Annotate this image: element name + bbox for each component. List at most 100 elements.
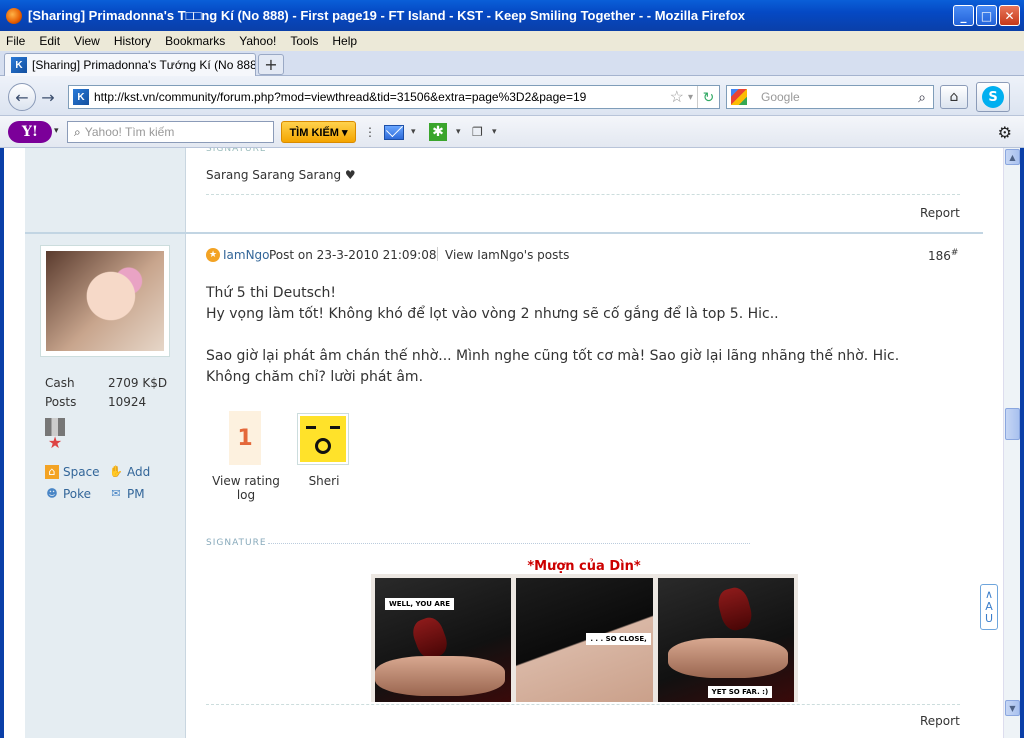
maximize-button[interactable]: □ (976, 5, 997, 26)
divider (206, 194, 960, 195)
view-author-posts-link[interactable]: View IamNgo's posts (445, 248, 569, 262)
yahoo-pages-button[interactable]: ❐ (472, 123, 483, 141)
comic-bubble-1: WELL, YOU ARE (385, 598, 455, 610)
rater-avatar[interactable] (297, 413, 349, 465)
url-bar[interactable]: K http://kst.vn/community/forum.php?mod=… (68, 85, 720, 109)
yahoo-logo[interactable]: Y! (8, 121, 52, 143)
search-icon: ⌕ (74, 124, 81, 139)
comic-panel-3: YET SO FAR. :) (657, 578, 794, 702)
signature-comic-image: WELL, YOU ARE . . . SO CLOSE, YET SO FAR… (371, 574, 798, 702)
navigation-bar: ← → K http://kst.vn/community/forum.php?… (0, 76, 1024, 116)
google-engine-icon[interactable] (731, 89, 747, 105)
home-button[interactable]: ⌂ (940, 85, 968, 109)
avatar[interactable] (40, 245, 170, 357)
floating-letter-u: U (984, 612, 994, 625)
post-author-link[interactable]: IamNgo (223, 248, 270, 262)
skype-button[interactable]: S (976, 82, 1010, 112)
post-line-3: Sao giờ lại phát âm chán thế nhờ... Mình… (206, 348, 900, 385)
back-button[interactable]: ← (8, 83, 36, 111)
stat-value-posts: 10924 (108, 395, 147, 409)
comic-bubble-3: YET SO FAR. :) (707, 686, 773, 698)
yahoo-mail-button[interactable] (384, 123, 404, 141)
pages-dropdown-icon[interactable]: ▾ (492, 123, 497, 141)
scroll-down-button[interactable]: ▼ (1005, 700, 1020, 716)
rating-count-badge[interactable]: 1 (229, 411, 261, 465)
scrollbar-thumb[interactable] (1005, 408, 1020, 440)
search-icon[interactable]: ⌕ (911, 89, 933, 106)
yahoo-search-button[interactable]: TÌM KIẾM ▾ (281, 121, 356, 143)
asterisk-icon: ✱ (429, 123, 447, 141)
forward-arrow-icon: → (41, 87, 55, 107)
report-button[interactable]: Report (920, 206, 960, 220)
page-viewport: SIGNATURE Sarang Sarang Sarang ♥ Report … (0, 148, 1024, 738)
view-rating-log-link[interactable]: View rating log (210, 474, 282, 502)
home-icon: ⌂ (949, 89, 959, 105)
forward-button[interactable]: → (36, 85, 60, 109)
url-input[interactable]: http://kst.vn/community/forum.php?mod=vi… (94, 90, 670, 104)
post-floor-number[interactable]: 186# (928, 248, 958, 263)
reload-icon[interactable]: ↻ (697, 86, 719, 108)
skype-icon: S (982, 86, 1004, 108)
yahoo-search-field[interactable]: ⌕ Yahoo! Tìm kiếm (67, 121, 274, 143)
comic-panel-2: . . . SO CLOSE, (516, 578, 653, 702)
mail-icon (384, 124, 404, 140)
menu-view[interactable]: View (74, 34, 100, 48)
online-status-icon: ★ (206, 248, 220, 262)
yahoo-search-input[interactable]: Yahoo! Tìm kiếm (85, 125, 175, 139)
menu-file[interactable]: File (6, 34, 25, 48)
menu-tools[interactable]: Tools (290, 34, 318, 48)
back-arrow-icon: ← (15, 87, 29, 107)
vertical-scrollbar[interactable]: ▲ ▼ (1003, 148, 1020, 738)
close-button[interactable]: ✕ (999, 5, 1020, 26)
web-search-bar[interactable]: Google ⌕ (726, 85, 934, 109)
scroll-up-button[interactable]: ▲ (1005, 149, 1020, 165)
comic-panel-1: WELL, YOU ARE (375, 578, 512, 702)
window-title-bar: [Sharing] Primadonna's T□□ng Kí (No 888)… (0, 0, 1024, 31)
user-link-space[interactable]: ⌂ Space (45, 465, 100, 479)
stat-label-posts: Posts (45, 395, 77, 409)
new-tab-button[interactable]: + (258, 54, 284, 75)
web-search-input[interactable]: Google (761, 90, 911, 104)
previous-signature-text: Sarang Sarang Sarang ♥ (206, 168, 356, 182)
menu-help[interactable]: Help (332, 34, 357, 48)
menu-yahoo[interactable]: Yahoo! (239, 34, 276, 48)
toolbar-separator-icon: ⋮ (364, 125, 376, 139)
rater-name[interactable]: Sheri (297, 474, 351, 488)
user-link-add-label: Add (127, 465, 151, 479)
yahoo-menu-dropdown-icon[interactable]: ▾ (54, 126, 59, 136)
gear-icon[interactable]: ⚙ (998, 123, 1012, 142)
handshake-icon: ✋ (109, 465, 123, 478)
menu-bookmarks[interactable]: Bookmarks (165, 34, 225, 48)
signature-label: SIGNATURE (206, 538, 267, 548)
post-floor-value: 186 (928, 249, 951, 263)
post-timestamp: Post on 23-3-2010 21:09:08 (269, 248, 437, 262)
mail-dropdown-icon[interactable]: ▾ (411, 123, 416, 141)
tab-current[interactable]: K [Sharing] Primadonna's Tướng Kí (No 88… (4, 53, 256, 76)
window-border-left (0, 148, 4, 738)
report-button[interactable]: Report (920, 714, 960, 728)
stat-label-cash: Cash (45, 376, 75, 390)
menu-history[interactable]: History (114, 34, 151, 48)
avatar-image (46, 251, 164, 351)
back-to-top-button[interactable]: ∧ A U (980, 584, 998, 630)
user-link-add[interactable]: ✋ Add (109, 465, 150, 479)
user-link-pm[interactable]: ✉ PM (109, 487, 145, 501)
signature-divider (268, 543, 750, 544)
menu-bar: File Edit View History Bookmarks Yahoo! … (0, 31, 1024, 51)
user-link-poke[interactable]: ☻ Poke (45, 487, 91, 501)
stat-value-cash: 2709 K$D (108, 376, 168, 390)
bookmark-star-icon[interactable]: ☆ (670, 87, 684, 107)
comic-bubble-2: . . . SO CLOSE, (586, 633, 651, 645)
user-link-space-label: Space (63, 465, 100, 479)
post-separator (25, 232, 983, 234)
green-dropdown-icon[interactable]: ▾ (456, 123, 461, 141)
user-link-pm-label: PM (127, 487, 145, 501)
yahoo-green-button[interactable]: ✱ (429, 123, 447, 141)
home-icon: ⌂ (45, 465, 59, 479)
url-dropdown-icon[interactable]: ▾ (688, 92, 693, 103)
previous-signature-label: SIGNATURE (206, 148, 267, 154)
menu-edit[interactable]: Edit (39, 34, 60, 48)
minimize-button[interactable]: _ (953, 5, 974, 26)
tab-bar: K [Sharing] Primadonna's Tướng Kí (No 88… (0, 51, 1024, 76)
firefox-logo-icon (6, 7, 22, 24)
